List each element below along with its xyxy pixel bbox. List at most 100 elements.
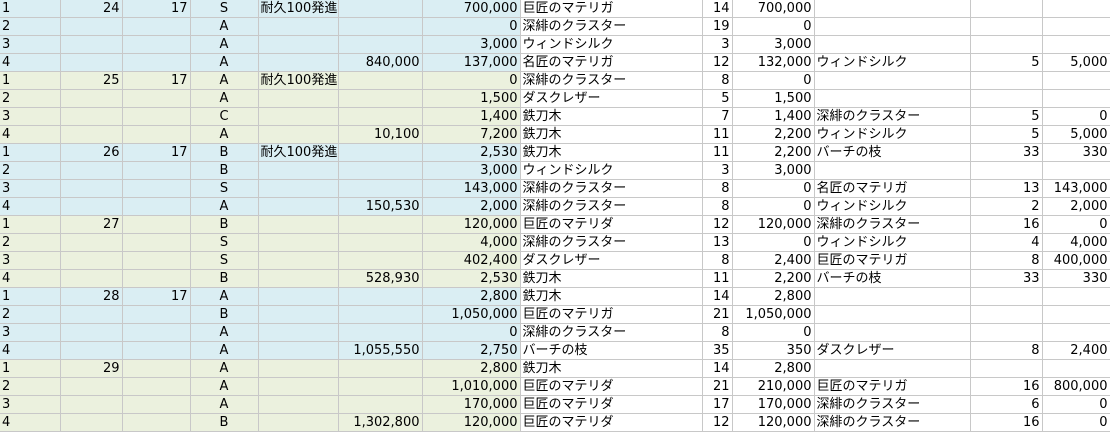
- cell-grade[interactable]: C: [190, 107, 259, 126]
- cell-row-index[interactable]: 3: [0, 395, 61, 414]
- cell-subtotal[interactable]: 2,530: [422, 269, 521, 288]
- cell-subtotal[interactable]: 7,200: [422, 125, 521, 144]
- cell-note[interactable]: [258, 233, 339, 252]
- cell-cost[interactable]: 2,800: [732, 287, 815, 306]
- cell-cost-2[interactable]: 400,000: [1042, 251, 1110, 270]
- cell-subtotal[interactable]: 0: [422, 17, 521, 36]
- cell-cost[interactable]: 210,000: [732, 377, 815, 396]
- cell-level[interactable]: 17: [122, 71, 191, 90]
- cell-quantity-2[interactable]: 5: [970, 107, 1043, 126]
- cell-grade[interactable]: A: [190, 35, 259, 54]
- cell-quantity-2[interactable]: 5: [970, 53, 1043, 72]
- cell-group-number[interactable]: 24: [60, 0, 123, 18]
- cell-quantity-2[interactable]: [970, 323, 1043, 342]
- cell-cost[interactable]: 2,200: [732, 269, 815, 288]
- cell-group-number[interactable]: [60, 107, 123, 126]
- cell-cost[interactable]: 3,000: [732, 35, 815, 54]
- cell-level[interactable]: 17: [122, 0, 191, 18]
- cell-note[interactable]: [258, 287, 339, 306]
- cell-row-index[interactable]: 4: [0, 413, 61, 432]
- cell-material-2[interactable]: ウィンドシルク: [814, 197, 971, 216]
- cell-group-number[interactable]: [60, 377, 123, 396]
- cell-material-2[interactable]: ウィンドシルク: [814, 53, 971, 72]
- cell-note[interactable]: [258, 35, 339, 54]
- cell-row-index[interactable]: 3: [0, 179, 61, 198]
- cell-cost[interactable]: 0: [732, 197, 815, 216]
- cell-quantity[interactable]: 21: [702, 305, 733, 324]
- cell-cost-2[interactable]: [1042, 89, 1110, 108]
- cell-level[interactable]: [122, 377, 191, 396]
- cell-quantity[interactable]: 3: [702, 161, 733, 180]
- cell-material-2[interactable]: [814, 0, 971, 18]
- cell-row-index[interactable]: 2: [0, 377, 61, 396]
- cell-quantity-2[interactable]: 13: [970, 179, 1043, 198]
- cell-material-2[interactable]: バーチの枝: [814, 269, 971, 288]
- cell-material-2[interactable]: [814, 89, 971, 108]
- cell-group-number[interactable]: [60, 89, 123, 108]
- cell-quantity-2[interactable]: 33: [970, 269, 1043, 288]
- cell-subtotal[interactable]: 0: [422, 323, 521, 342]
- cell-row-index[interactable]: 1: [0, 0, 61, 18]
- cell-grade[interactable]: B: [190, 215, 259, 234]
- cell-subtotal[interactable]: 2,530: [422, 143, 521, 162]
- cell-note[interactable]: [258, 125, 339, 144]
- cell-quantity[interactable]: 11: [702, 269, 733, 288]
- cell-level[interactable]: [122, 305, 191, 324]
- cell-grade[interactable]: S: [190, 179, 259, 198]
- cell-material[interactable]: 深緋のクラスター: [520, 17, 703, 36]
- cell-grade[interactable]: A: [190, 17, 259, 36]
- cell-subtotal[interactable]: 1,500: [422, 89, 521, 108]
- cell-group-number[interactable]: [60, 251, 123, 270]
- cell-group-total[interactable]: 1,302,800: [338, 413, 423, 432]
- cell-material[interactable]: 巨匠のマテリガ: [520, 305, 703, 324]
- cell-note[interactable]: 耐久100発進: [258, 71, 339, 90]
- cell-quantity[interactable]: 14: [702, 0, 733, 18]
- cell-material[interactable]: 鉄刀木: [520, 287, 703, 306]
- cell-cost-2[interactable]: 143,000: [1042, 179, 1110, 198]
- cell-grade[interactable]: A: [190, 197, 259, 216]
- cell-row-index[interactable]: 1: [0, 71, 61, 90]
- cell-row-index[interactable]: 4: [0, 53, 61, 72]
- cell-note[interactable]: [258, 341, 339, 360]
- cell-note[interactable]: [258, 161, 339, 180]
- cell-subtotal[interactable]: 2,800: [422, 359, 521, 378]
- cell-group-total[interactable]: [338, 323, 423, 342]
- cell-row-index[interactable]: 4: [0, 197, 61, 216]
- cell-group-total[interactable]: [338, 305, 423, 324]
- cell-group-total[interactable]: [338, 17, 423, 36]
- cell-group-number[interactable]: [60, 395, 123, 414]
- cell-quantity-2[interactable]: 8: [970, 251, 1043, 270]
- cell-level[interactable]: [122, 251, 191, 270]
- cell-note[interactable]: 耐久100発進: [258, 143, 339, 162]
- cell-subtotal[interactable]: 2,800: [422, 287, 521, 306]
- cell-quantity[interactable]: 8: [702, 179, 733, 198]
- cell-note[interactable]: [258, 179, 339, 198]
- cell-quantity-2[interactable]: [970, 0, 1043, 18]
- cell-row-index[interactable]: 2: [0, 17, 61, 36]
- cell-quantity-2[interactable]: 4: [970, 233, 1043, 252]
- cell-cost[interactable]: 3,000: [732, 161, 815, 180]
- cell-level[interactable]: [122, 125, 191, 144]
- cell-material-2[interactable]: [814, 305, 971, 324]
- cell-material[interactable]: 深緋のクラスター: [520, 197, 703, 216]
- cell-grade[interactable]: A: [190, 341, 259, 360]
- cell-material-2[interactable]: [814, 287, 971, 306]
- cell-row-index[interactable]: 4: [0, 341, 61, 360]
- cell-quantity-2[interactable]: [970, 287, 1043, 306]
- cell-group-total[interactable]: [338, 71, 423, 90]
- cell-subtotal[interactable]: 120,000: [422, 215, 521, 234]
- cell-material-2[interactable]: 巨匠のマテリガ: [814, 251, 971, 270]
- cell-quantity[interactable]: 12: [702, 53, 733, 72]
- cell-subtotal[interactable]: 1,010,000: [422, 377, 521, 396]
- cell-cost-2[interactable]: [1042, 17, 1110, 36]
- cell-cost[interactable]: 1,500: [732, 89, 815, 108]
- cell-level[interactable]: [122, 215, 191, 234]
- cell-material[interactable]: 名匠のマテリガ: [520, 53, 703, 72]
- cell-cost-2[interactable]: [1042, 305, 1110, 324]
- cell-quantity[interactable]: 13: [702, 233, 733, 252]
- cell-group-total[interactable]: [338, 89, 423, 108]
- cell-group-total[interactable]: 528,930: [338, 269, 423, 288]
- cell-row-index[interactable]: 4: [0, 125, 61, 144]
- cell-level[interactable]: [122, 413, 191, 432]
- cell-level[interactable]: [122, 359, 191, 378]
